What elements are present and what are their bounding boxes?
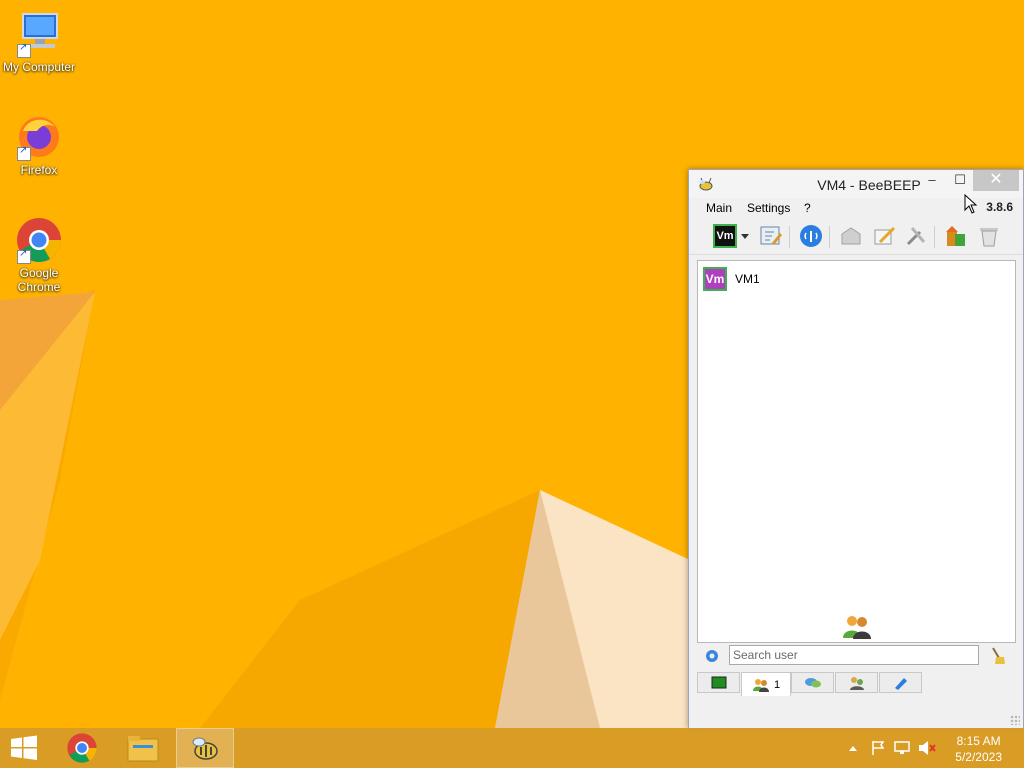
users-count: 1 xyxy=(773,678,781,691)
trash-icon[interactable] xyxy=(977,224,1001,248)
mouse-cursor-icon xyxy=(964,194,978,214)
desktop-icon-label: My Computer xyxy=(2,60,76,74)
close-button[interactable]: ✕ xyxy=(973,170,1019,191)
desktop-icon-label: Firefox xyxy=(20,163,58,177)
system-tray: 8:15 AM 5/2/2023 xyxy=(824,728,1024,768)
computer-icon xyxy=(15,10,63,58)
maximize-button[interactable]: ☐ xyxy=(945,170,975,191)
taskbar-chrome[interactable] xyxy=(54,728,110,768)
groups-icon xyxy=(849,676,864,690)
desktop-icon-label: Google Chrome xyxy=(17,266,61,294)
chats-icon xyxy=(804,677,821,687)
desktop-icon-google-chrome[interactable]: Google Chrome xyxy=(0,216,79,294)
toolbar-separator xyxy=(829,226,830,248)
clock-date: 5/2/2023 xyxy=(955,750,1002,764)
menu-help[interactable]: ? xyxy=(804,201,811,215)
beebeep-window: VM4 - BeeBEEP – ☐ ✕ Main Settings ? 3.8.… xyxy=(688,169,1024,729)
menu-settings[interactable]: Settings xyxy=(747,201,790,215)
users-icon xyxy=(841,614,873,640)
toolbar: Vm xyxy=(689,218,1023,255)
users-icon xyxy=(752,678,769,692)
bottom-tabs: 1 xyxy=(697,672,1014,696)
action-center-flag-icon[interactable] xyxy=(870,740,886,756)
minimize-button[interactable]: – xyxy=(917,170,947,191)
search-input[interactable] xyxy=(729,645,979,665)
shortcut-arrow-icon xyxy=(17,145,31,161)
menu-main[interactable]: Main xyxy=(706,201,732,215)
user-list: Vm VM1 xyxy=(697,260,1016,643)
start-button[interactable] xyxy=(0,728,48,768)
firefox-icon xyxy=(15,113,63,161)
shortcut-arrow-icon xyxy=(17,248,31,264)
tab-chat-board[interactable] xyxy=(697,672,740,693)
avatar: Vm xyxy=(703,267,727,291)
tools-icon[interactable] xyxy=(904,224,928,248)
chrome-icon xyxy=(67,733,97,763)
clock[interactable]: 8:15 AM 5/2/2023 xyxy=(955,733,1002,765)
clock-time: 8:15 AM xyxy=(956,734,1001,748)
taskbar-file-explorer[interactable] xyxy=(115,728,171,768)
taskbar: 8:15 AM 5/2/2023 xyxy=(0,728,1024,768)
tab-groups[interactable] xyxy=(835,672,878,693)
clear-search-icon[interactable] xyxy=(989,646,1007,666)
resize-grip[interactable] xyxy=(1010,715,1020,725)
edit-status-icon[interactable] xyxy=(759,224,783,248)
toolbar-separator xyxy=(789,226,790,248)
start-icon xyxy=(11,735,37,760)
message-icon[interactable] xyxy=(839,224,863,248)
search-row xyxy=(697,644,1014,670)
network-icon[interactable] xyxy=(799,224,823,248)
network-status-icon[interactable] xyxy=(894,740,910,756)
compose-icon[interactable] xyxy=(872,224,896,248)
gear-icon[interactable] xyxy=(703,647,721,665)
volume-muted-icon[interactable] xyxy=(918,740,936,756)
version-label: 3.8.6 xyxy=(986,200,1013,214)
user-name: VM1 xyxy=(735,272,760,286)
tab-file-transfer[interactable] xyxy=(879,672,922,693)
user-list-item[interactable]: Vm VM1 xyxy=(703,266,760,292)
tab-users[interactable]: 1 xyxy=(741,672,791,696)
beebeep-icon xyxy=(192,737,218,760)
toolbar-separator xyxy=(934,226,935,248)
file-share-icon[interactable] xyxy=(944,224,968,248)
file-explorer-icon xyxy=(127,736,159,762)
tab-chats[interactable] xyxy=(791,672,834,693)
desktop-icon-my-computer[interactable]: My Computer xyxy=(0,10,79,74)
dropdown-arrow-icon[interactable] xyxy=(739,224,751,248)
show-hidden-icons-icon[interactable] xyxy=(848,744,858,752)
chrome-icon xyxy=(15,216,63,264)
desktop-icon-firefox[interactable]: Firefox xyxy=(0,113,79,177)
file-transfer-icon xyxy=(894,677,907,690)
chat-board-icon xyxy=(711,676,726,688)
taskbar-beebeep[interactable] xyxy=(176,728,234,768)
vm-profile-icon[interactable]: Vm xyxy=(713,224,737,248)
shortcut-arrow-icon xyxy=(17,42,31,58)
